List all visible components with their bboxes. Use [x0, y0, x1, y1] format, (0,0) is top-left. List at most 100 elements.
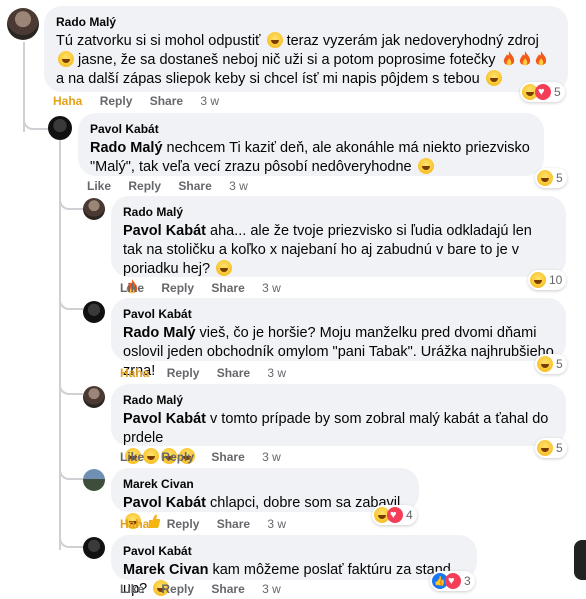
- comment-actions: Like Reply Share 3 w: [120, 582, 295, 596]
- timestamp[interactable]: 3 w: [267, 366, 286, 380]
- comment-author[interactable]: Pavol Kabát: [123, 543, 465, 559]
- haha-icon: [537, 170, 553, 186]
- mention-link[interactable]: Rado Malý: [90, 140, 163, 156]
- grin-emoji-icon: [417, 158, 434, 174]
- share-button[interactable]: Share: [217, 517, 250, 531]
- reply-button[interactable]: Reply: [167, 366, 200, 380]
- comment-bubble: Pavol Kabát Rado Malý nechcem Ti kaziť d…: [78, 113, 544, 176]
- timestamp[interactable]: 3 w: [262, 281, 281, 295]
- reply-button[interactable]: Reply: [100, 94, 133, 108]
- share-button[interactable]: Share: [211, 582, 244, 596]
- comment-text: Tú zatvorku si si mohol odpustiť teraz v…: [56, 32, 556, 89]
- timestamp[interactable]: 3 w: [229, 179, 248, 193]
- fire-emoji-icon: [503, 51, 514, 66]
- thread-elbow: [59, 190, 83, 210]
- heart-icon: [387, 507, 403, 523]
- react-button[interactable]: Like: [120, 582, 144, 596]
- reaction-count: 5: [556, 441, 563, 455]
- comment-author[interactable]: Rado Malý: [123, 392, 554, 408]
- reaction-count: 5: [556, 357, 563, 371]
- avatar[interactable]: [48, 116, 72, 140]
- reply-button[interactable]: Reply: [167, 517, 200, 531]
- react-button[interactable]: Haha: [53, 94, 82, 108]
- comment-text-part: Tú zatvorku si si mohol odpustiť: [56, 33, 261, 49]
- comment-author[interactable]: Rado Malý: [123, 204, 554, 220]
- mention-link[interactable]: Pavol Kabát: [123, 411, 206, 427]
- comment-text: Rado Malý nechcem Ti kaziť deň, ale akon…: [90, 139, 532, 177]
- comment-bubble: Pavol Kabát Marek Civan kam môžeme posla…: [111, 535, 477, 597]
- thread-elbow: [59, 290, 83, 310]
- avatar[interactable]: [83, 469, 105, 491]
- reply-button[interactable]: Reply: [161, 450, 194, 464]
- mention-link[interactable]: Rado Malý: [123, 325, 196, 341]
- comment-bubble: Rado Malý Tú zatvorku si si mohol odpust…: [44, 6, 568, 92]
- share-button[interactable]: Share: [211, 450, 244, 464]
- haha-icon: [530, 272, 546, 288]
- fire-emoji-icon: [535, 51, 546, 66]
- haha-emoji-icon: [485, 70, 502, 86]
- comment-actions: Like Reply Share 3 w: [120, 281, 295, 295]
- reply-button[interactable]: Reply: [128, 179, 161, 193]
- share-button[interactable]: Share: [211, 281, 244, 295]
- react-button[interactable]: Haha: [120, 517, 149, 531]
- avatar[interactable]: [83, 537, 105, 559]
- reaction-summary[interactable]: 5: [520, 82, 565, 102]
- reaction-summary[interactable]: 5: [535, 168, 567, 188]
- comment-text-part: a na další zápas sliepok keby si chcel í…: [56, 71, 480, 87]
- mention-link[interactable]: Pavol Kabát: [123, 223, 206, 239]
- avatar[interactable]: [7, 8, 39, 40]
- reaction-count: 4: [406, 508, 413, 522]
- comment-bubble: Marek Civan Pavol Kabát chlapci, dobre s…: [111, 468, 419, 529]
- share-button[interactable]: Share: [217, 366, 250, 380]
- comment-text-part: jasne, že sa dostaneš neboj nič uži si a…: [78, 52, 496, 68]
- fire-emoji-icon: [519, 51, 530, 66]
- comment-text-part: teraz vyzerám jak nedoveryhodný zdroj: [286, 33, 539, 49]
- haha-emoji-icon: [216, 260, 233, 276]
- reply-button[interactable]: Reply: [161, 281, 194, 295]
- comment-actions: Haha Reply Share 3 w: [120, 517, 300, 531]
- haha-emoji-icon: [266, 32, 283, 48]
- mention-link[interactable]: Pavol Kabát: [123, 495, 206, 511]
- react-button[interactable]: Like: [120, 281, 144, 295]
- avatar[interactable]: [83, 198, 105, 220]
- reaction-summary[interactable]: 5: [535, 354, 567, 374]
- thread-elbow: [59, 460, 83, 480]
- reaction-summary[interactable]: 10: [528, 270, 567, 290]
- side-avatar[interactable]: [574, 540, 586, 580]
- heart-icon: [535, 84, 551, 100]
- comment-author[interactable]: Marek Civan: [123, 476, 407, 492]
- react-button[interactable]: Like: [87, 179, 111, 193]
- haha-emoji-icon: [58, 51, 74, 67]
- comment-actions: Like Reply Share 3 w: [87, 179, 262, 193]
- comment-text-part: chlapci, dobre som sa zabavil: [210, 495, 401, 511]
- react-button[interactable]: Haha: [120, 366, 149, 380]
- heart-icon: [445, 573, 461, 589]
- reply-button[interactable]: Reply: [161, 582, 194, 596]
- comment-actions: Haha Reply Share 3 w: [53, 94, 233, 108]
- avatar[interactable]: [83, 301, 105, 323]
- share-button[interactable]: Share: [150, 94, 183, 108]
- mention-link[interactable]: Marek Civan: [123, 562, 208, 578]
- comment-bubble: Rado Malý Pavol Kabát v tomto prípade by…: [111, 384, 566, 464]
- comment-author[interactable]: Pavol Kabát: [123, 306, 554, 322]
- react-button[interactable]: Like: [120, 450, 144, 464]
- thread-elbow: [59, 375, 83, 395]
- timestamp[interactable]: 3 w: [262, 582, 281, 596]
- timestamp[interactable]: 3 w: [262, 450, 281, 464]
- comment-author[interactable]: Pavol Kabát: [90, 121, 532, 137]
- thread-elbow: [59, 528, 83, 548]
- comment-author[interactable]: Rado Malý: [56, 14, 556, 30]
- thread-elbow: [23, 110, 51, 130]
- reaction-count: 3: [464, 574, 471, 588]
- timestamp[interactable]: 3 w: [267, 517, 286, 531]
- reaction-summary[interactable]: 5: [535, 438, 567, 458]
- reaction-count: 5: [556, 171, 563, 185]
- avatar[interactable]: [83, 386, 105, 408]
- reaction-count: 10: [549, 273, 563, 287]
- share-button[interactable]: Share: [178, 179, 211, 193]
- timestamp[interactable]: 3 w: [200, 94, 219, 108]
- comment-bubble: Pavol Kabát Rado Malý vieš, čo je horšie…: [111, 298, 566, 379]
- reaction-summary[interactable]: 3: [430, 571, 475, 591]
- reaction-summary[interactable]: 4: [372, 505, 417, 525]
- haha-icon: [537, 356, 553, 372]
